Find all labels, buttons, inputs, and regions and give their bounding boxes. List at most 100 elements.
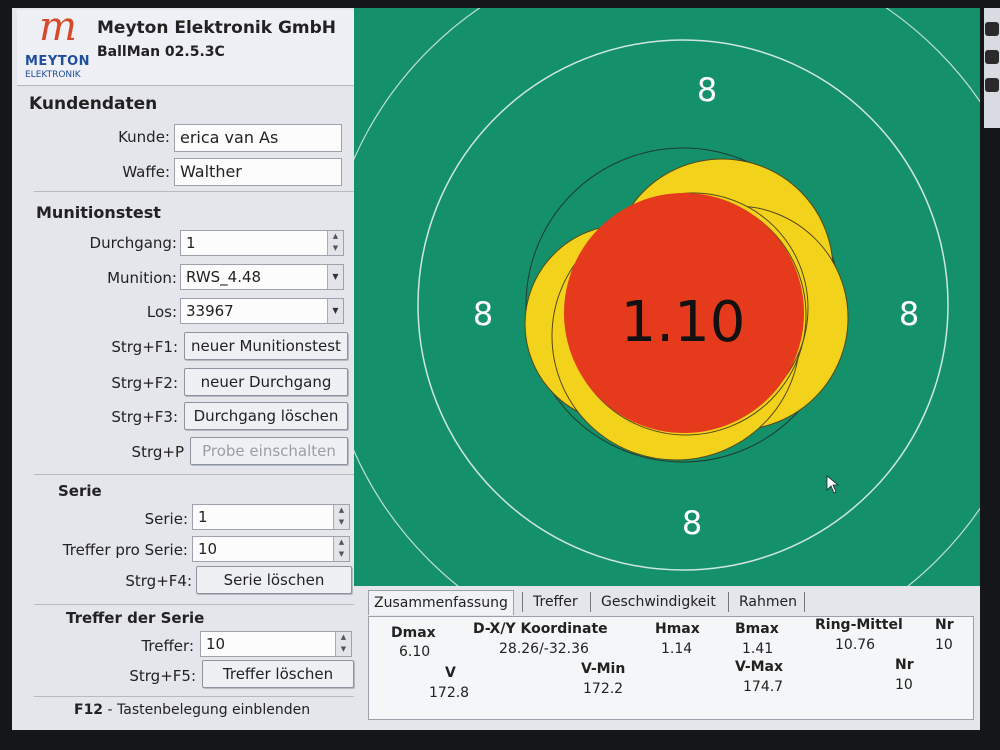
tab-treffer[interactable]: Treffer	[528, 590, 583, 615]
shortcut-key: Strg+F4:	[125, 572, 192, 590]
ring-mittel-value: 10.76	[835, 637, 876, 653]
shortcut-hint: F12 - Tastenbelegung einblenden	[74, 702, 310, 718]
neuer-durchgang-button[interactable]: neuer Durchgang	[184, 368, 348, 396]
shortcut-key: Strg+F1:	[111, 338, 178, 356]
chevron-down-icon[interactable]: ▼	[327, 299, 343, 323]
spin-buttons[interactable]: ▲ ▼	[327, 231, 343, 255]
treffer-value: 10	[206, 635, 226, 653]
company-name: Meyton Elektronik GmbH	[97, 18, 337, 38]
spin-buttons[interactable]: ▲ ▼	[335, 632, 351, 656]
logo-text: MEYTON	[25, 54, 91, 69]
target-display[interactable]: 1.10 8 8 8 8	[354, 8, 980, 586]
center-score: 1.10	[621, 290, 746, 355]
ring-label-top: 8	[697, 71, 717, 109]
serie-loeschen-button[interactable]: Serie löschen	[196, 566, 352, 594]
probe-einschalten-button[interactable]: Probe einschalten	[190, 437, 348, 465]
spin-up-icon[interactable]: ▲	[328, 231, 343, 243]
shortcut-key: Strg+F5:	[129, 667, 196, 685]
spin-down-icon[interactable]: ▼	[328, 243, 343, 255]
section-kundendaten: Kundendaten	[29, 94, 158, 114]
vmin-header: V-Min	[581, 661, 626, 677]
durchgang-loeschen-button[interactable]: Durchgang löschen	[184, 402, 348, 430]
toolbar-icon[interactable]	[985, 78, 999, 92]
ring-label-left: 8	[473, 295, 493, 333]
dmax-value: 6.10	[399, 644, 431, 660]
treffer-pro-serie-spinbox[interactable]: 10 ▲ ▼	[192, 536, 350, 562]
meyton-logo: m MEYTON ELEKTRONIK	[21, 4, 93, 82]
chevron-down-icon[interactable]: ▼	[327, 265, 343, 289]
kunde-input[interactable]: erica van As	[174, 124, 342, 152]
shortcut-hint-text: - Tastenbelegung einblenden	[103, 702, 311, 718]
spin-up-icon[interactable]: ▲	[336, 632, 351, 644]
spin-up-icon[interactable]: ▲	[334, 505, 349, 517]
los-select[interactable]: 33967 ▼	[180, 298, 344, 324]
treffer-spinbox[interactable]: 10 ▲ ▼	[200, 631, 352, 657]
divider	[34, 604, 354, 605]
munition-select[interactable]: RWS_4.48 ▼	[180, 264, 344, 290]
section-munitionstest: Munitionstest	[36, 203, 161, 222]
dxy-value: 28.26/-32.36	[499, 641, 589, 657]
treffer-label: Treffer:	[141, 637, 194, 655]
bmax-header: Bmax	[735, 621, 779, 637]
waffe-input[interactable]: Walther	[174, 158, 342, 186]
tab-rahmen[interactable]: Rahmen	[734, 590, 802, 615]
serie-value: 1	[198, 508, 208, 526]
target-canvas: 1.10 8 8 8 8	[354, 8, 980, 586]
spin-down-icon[interactable]: ▼	[334, 517, 349, 529]
spin-buttons[interactable]: ▲ ▼	[333, 505, 349, 529]
durchgang-value: 1	[186, 234, 196, 252]
neuer-munitionstest-button[interactable]: neuer Munitionstest	[184, 332, 348, 360]
spin-up-icon[interactable]: ▲	[334, 537, 349, 549]
serie-label: Serie:	[144, 510, 188, 528]
logo-mark: m	[39, 4, 77, 50]
shortcut-key: Strg+F3:	[111, 408, 178, 426]
munition-label: Munition:	[107, 269, 177, 287]
tab-separator	[804, 592, 805, 612]
spin-buttons[interactable]: ▲ ▼	[333, 537, 349, 561]
spin-down-icon[interactable]: ▼	[334, 549, 349, 561]
vmax-header: V-Max	[735, 659, 784, 675]
tab-separator	[590, 592, 591, 612]
nr-header: Nr	[895, 657, 914, 673]
tab-geschwindigkeit[interactable]: Geschwindigkeit	[596, 590, 721, 615]
shortcut-key: Strg+P	[131, 443, 184, 461]
durchgang-spinbox[interactable]: 1 ▲ ▼	[180, 230, 344, 256]
tab-separator	[728, 592, 729, 612]
los-label: Los:	[146, 303, 177, 321]
v-header: V	[445, 665, 456, 681]
bmax-value: 1.41	[742, 641, 774, 657]
treffer-loeschen-button[interactable]: Treffer löschen	[202, 660, 354, 688]
divider	[34, 696, 354, 697]
side-toolbar	[984, 8, 1000, 128]
toolbar-icon[interactable]	[985, 50, 999, 64]
shortcut-key: Strg+F2:	[111, 374, 178, 392]
toolbar-icon[interactable]	[985, 22, 999, 36]
dxy-header: D-X/Y Koordinate	[473, 621, 608, 637]
ring-label-right: 8	[899, 295, 919, 333]
tab-separator	[522, 592, 523, 612]
vmax-value: 174.7	[743, 679, 784, 695]
v-value: 172.8	[429, 685, 470, 701]
kunde-label: Kunde:	[118, 128, 170, 146]
section-serie: Serie	[58, 482, 102, 500]
shortcut-hint-key: F12	[74, 702, 104, 718]
hmax-value: 1.14	[661, 641, 693, 657]
nr-value: 10	[895, 677, 913, 693]
serie-spinbox[interactable]: 1 ▲ ▼	[192, 504, 350, 530]
ring-mittel-header: Ring-Mittel	[815, 617, 903, 633]
product-version: BallMan 02.5.3C	[97, 44, 225, 60]
durchgang-label: Durchgang:	[89, 234, 177, 252]
spin-down-icon[interactable]: ▼	[336, 644, 351, 656]
waffe-label: Waffe:	[122, 163, 170, 181]
nr-header: Nr	[935, 617, 954, 633]
dmax-header: Dmax	[391, 625, 436, 641]
control-panel: m MEYTON ELEKTRONIK Meyton Elektronik Gm…	[12, 4, 362, 730]
logo-subtext: ELEKTRONIK	[25, 70, 81, 80]
app-header: m MEYTON ELEKTRONIK Meyton Elektronik Gm…	[17, 4, 357, 86]
treffer-pro-serie-value: 10	[198, 540, 218, 558]
tab-zusammenfassung[interactable]: Zusammenfassung	[368, 590, 514, 615]
treffer-pro-serie-label: Treffer pro Serie:	[62, 541, 188, 559]
nr-value: 10	[935, 637, 953, 653]
vmin-value: 172.2	[583, 681, 624, 697]
summary-panel: Zusammenfassung Treffer Geschwindigkeit …	[362, 586, 980, 730]
